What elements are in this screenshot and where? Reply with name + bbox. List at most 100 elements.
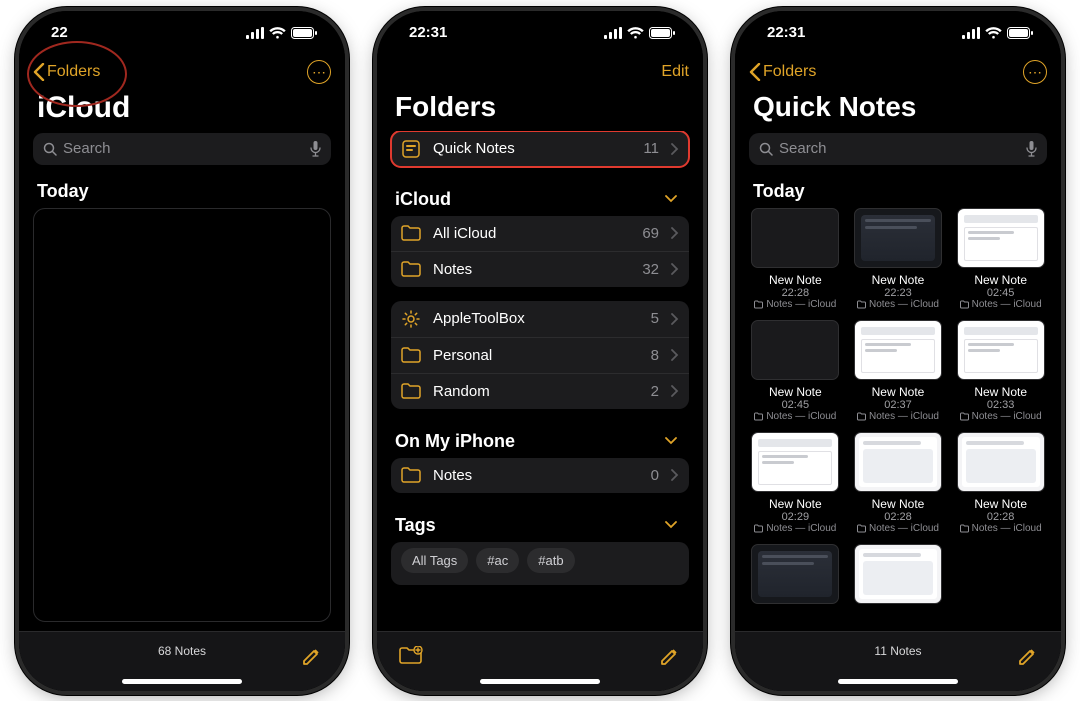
onmyiphone-section-header[interactable]: On My iPhone — [391, 423, 689, 458]
home-indicator[interactable] — [838, 679, 958, 684]
folder-row[interactable]: AppleToolBox 5 — [391, 301, 689, 337]
search-input[interactable]: Search — [749, 133, 1047, 165]
note-card[interactable]: New Note02:37Notes — iCloud — [852, 320, 945, 422]
home-indicator[interactable] — [122, 679, 242, 684]
note-time: 22:23 — [884, 287, 912, 299]
search-placeholder: Search — [779, 140, 827, 157]
note-card[interactable]: New Note22:28Notes — iCloud — [749, 208, 842, 310]
back-button[interactable]: Folders — [749, 62, 816, 81]
section-header: Today — [37, 181, 327, 202]
note-card[interactable]: New Note22:23Notes — iCloud — [852, 208, 945, 310]
more-button[interactable]: ⋯ — [307, 60, 331, 84]
note-thumbnail — [751, 432, 839, 492]
tags-section-header[interactable]: Tags — [391, 507, 689, 542]
folder-row[interactable]: Personal 8 — [391, 337, 689, 373]
folder-count: 0 — [651, 467, 659, 484]
folder-icon — [401, 467, 421, 483]
icloud-group-1: All iCloud 69 Notes 32 — [391, 216, 689, 287]
mic-icon[interactable] — [1026, 141, 1037, 157]
chevron-right-icon — [671, 263, 679, 275]
note-time: 02:29 — [782, 511, 810, 523]
folder-label: All iCloud — [433, 225, 630, 242]
quick-notes-row[interactable]: Quick Notes 11 — [391, 131, 689, 167]
new-folder-button[interactable] — [399, 646, 423, 666]
folder-row[interactable]: Notes 0 — [391, 458, 689, 493]
notes-grid: New Note22:28Notes — iCloudNew Note22:23… — [749, 208, 1047, 604]
status-time: 22:31 — [767, 24, 805, 41]
note-card[interactable]: New Note02:33Notes — iCloud — [954, 320, 1047, 422]
note-location: Notes — iCloud — [960, 299, 1042, 310]
tag-chip[interactable]: #atb — [527, 548, 574, 573]
toolbar — [377, 631, 703, 691]
battery-icon — [1007, 27, 1033, 39]
note-title: New Note — [872, 385, 925, 399]
page-title: iCloud — [19, 89, 345, 131]
tag-chip[interactable]: All Tags — [401, 548, 468, 573]
folder-row[interactable]: All iCloud 69 — [391, 216, 689, 251]
note-card[interactable]: New Note02:29Notes — iCloud — [749, 432, 842, 534]
note-card[interactable]: New Note02:45Notes — iCloud — [954, 208, 1047, 310]
note-card[interactable] — [852, 544, 945, 604]
note-count: 68 Notes — [19, 644, 345, 658]
folder-count: 8 — [651, 347, 659, 364]
note-title: New Note — [872, 497, 925, 511]
gear-icon — [401, 310, 421, 328]
phone-2: 22:31 Edit Folders Quick Notes 11 — [377, 11, 703, 691]
section-title: On My iPhone — [395, 431, 515, 452]
note-time: 02:37 — [884, 399, 912, 411]
note-time: 02:28 — [884, 511, 912, 523]
folder-count: 32 — [642, 261, 659, 278]
note-location: Notes — iCloud — [857, 411, 939, 422]
note-time: 02:28 — [987, 511, 1015, 523]
back-label: Folders — [47, 63, 100, 81]
search-placeholder: Search — [63, 140, 111, 157]
back-label: Folders — [763, 63, 816, 81]
notch — [117, 11, 247, 39]
note-thumbnail — [854, 320, 942, 380]
search-input[interactable]: Search — [33, 133, 331, 165]
section-title: Tags — [395, 515, 436, 536]
folder-label: Personal — [433, 347, 639, 364]
icloud-section-header[interactable]: iCloud — [391, 181, 689, 216]
note-time: 22:28 — [782, 287, 810, 299]
more-button[interactable]: ⋯ — [1023, 60, 1047, 84]
note-title: New Note — [769, 385, 822, 399]
cellular-icon — [246, 27, 264, 39]
notch — [833, 11, 963, 39]
chevron-right-icon — [671, 313, 679, 325]
note-card[interactable]: New Note02:28Notes — iCloud — [954, 432, 1047, 534]
edit-button[interactable]: Edit — [661, 63, 689, 81]
note-title: New Note — [769, 273, 822, 287]
mic-icon[interactable] — [310, 141, 321, 157]
note-card[interactable]: New Note02:45Notes — iCloud — [749, 320, 842, 422]
note-thumbnail — [854, 208, 942, 268]
note-title: New Note — [974, 497, 1027, 511]
tag-chip[interactable]: #ac — [476, 548, 519, 573]
chevron-right-icon — [671, 227, 679, 239]
chevron-left-icon — [33, 62, 45, 81]
back-button[interactable]: Folders — [33, 62, 100, 81]
note-location: Notes — iCloud — [754, 523, 836, 534]
section-title: iCloud — [395, 189, 451, 210]
phone-1: 22 Folders ⋯ — [19, 11, 345, 691]
folder-row[interactable]: Random 2 — [391, 373, 689, 409]
folder-row[interactable]: Notes 32 — [391, 251, 689, 287]
home-indicator[interactable] — [480, 679, 600, 684]
note-card[interactable]: New Note02:28Notes — iCloud — [852, 432, 945, 534]
note-title: New Note — [769, 497, 822, 511]
ellipsis-icon: ⋯ — [312, 65, 326, 79]
note-location: Notes — iCloud — [960, 523, 1042, 534]
folder-count: 5 — [651, 310, 659, 327]
chevron-right-icon — [671, 349, 679, 361]
battery-icon — [649, 27, 675, 39]
note-card[interactable] — [749, 544, 842, 604]
onmyiphone-group: Notes 0 — [391, 458, 689, 493]
wifi-icon — [269, 27, 286, 39]
chevron-right-icon — [671, 385, 679, 397]
compose-button[interactable] — [659, 645, 681, 667]
icloud-group-2: AppleToolBox 5 Personal 8 Random 2 — [391, 301, 689, 409]
chevron-right-icon — [671, 143, 679, 155]
note-location: Notes — iCloud — [960, 411, 1042, 422]
folder-icon — [401, 347, 421, 363]
note-thumbnail — [751, 208, 839, 268]
